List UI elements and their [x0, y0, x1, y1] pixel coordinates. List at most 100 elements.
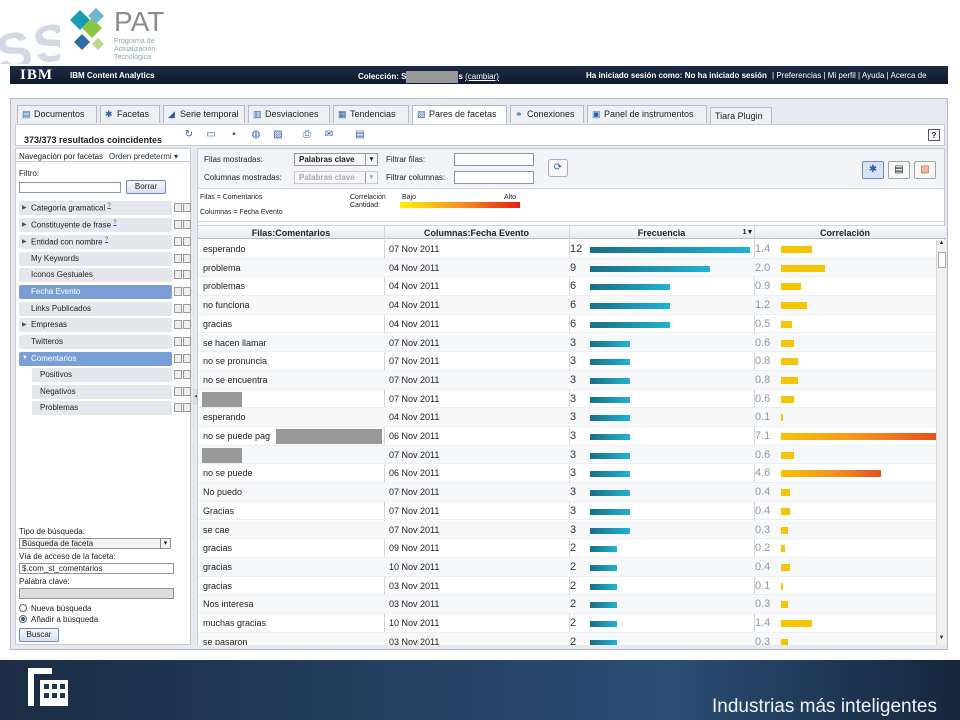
row-facet-value[interactable]: gracias: [203, 543, 232, 553]
apply-filter-icon[interactable]: ⟳: [548, 159, 568, 177]
keyword-input[interactable]: [19, 588, 174, 599]
facet-view-icons[interactable]: [174, 304, 192, 314]
table-row[interactable]: no se puede pag 06 Nov 2011 3 7.1: [198, 427, 936, 446]
table-row[interactable]: Gracias 07 Nov 2011 3 0.4: [198, 502, 936, 521]
facet-item[interactable]: ▶ Categoría gramatical ?: [19, 201, 191, 215]
facet-view-icons[interactable]: [174, 237, 192, 247]
tab-pares-de-facetas[interactable]: ▧ Pares de facetas: [412, 105, 507, 124]
csv-icon[interactable]: ▭: [204, 128, 218, 142]
filter-rows-input[interactable]: [454, 153, 534, 166]
table-row[interactable]: no se pronuncia 07 Nov 2011 3 0.8: [198, 352, 936, 371]
col-header-frequency[interactable]: Frecuencia: [569, 228, 754, 238]
row-facet-value[interactable]: se hacen llamar: [203, 338, 267, 348]
view-table-icon[interactable]: ▤: [888, 161, 910, 179]
collapse-icon[interactable]: ▼: [22, 355, 28, 361]
row-facet-value[interactable]: Gracias: [203, 506, 234, 516]
facet-item[interactable]: ▶ Entidad con nombre ?: [19, 235, 191, 249]
mail-icon[interactable]: ✉: [322, 128, 336, 142]
layout-icon[interactable]: ▤: [353, 128, 367, 142]
row-facet-value[interactable]: gracias: [203, 562, 232, 572]
row-facet-value[interactable]: gracias: [203, 319, 232, 329]
facet-view-icons[interactable]: [174, 320, 192, 330]
tab-facetas[interactable]: ✱ Facetas: [100, 105, 160, 123]
about-link[interactable]: Acerca de: [891, 71, 927, 80]
tab-tiara-plugin[interactable]: Tiara Plugin: [710, 107, 772, 125]
profile-link[interactable]: Mi perfil: [828, 71, 856, 80]
facet-view-icons[interactable]: [174, 354, 192, 364]
row-facet-value[interactable]: no se puede pag: [203, 431, 270, 441]
facet-item[interactable]: Problemas: [32, 401, 191, 415]
help-button[interactable]: ?: [928, 129, 940, 141]
change-collection-link[interactable]: (cambiar): [465, 72, 499, 81]
table-row[interactable]: problemas 04 Nov 2011 6 0.9: [198, 277, 936, 297]
tab-documentos[interactable]: ▤ Documentos: [17, 105, 97, 123]
row-facet-value[interactable]: Nos interesa: [203, 599, 254, 609]
facet-item[interactable]: Twitteros: [19, 335, 191, 349]
facet-view-icons[interactable]: [174, 287, 192, 297]
table-row[interactable]: esperando 07 Nov 2011 12 1.4: [198, 240, 936, 259]
table-row[interactable]: 07 Nov 2011 3 0.6: [198, 390, 936, 409]
row-facet-value[interactable]: no se puede: [203, 468, 253, 478]
filter-cols-input[interactable]: [454, 171, 534, 184]
row-facet-value[interactable]: problema: [203, 263, 241, 273]
expand-icon[interactable]: ▶: [22, 321, 27, 328]
expand-icon[interactable]: ▶: [22, 204, 27, 211]
facet-item[interactable]: ▶ Empresas: [19, 318, 191, 332]
sort-dropdown[interactable]: Orden predetermi ▾: [109, 152, 178, 161]
search-button[interactable]: Buscar: [19, 628, 59, 642]
row-facet-value[interactable]: muchas gracias: [203, 618, 266, 628]
cols-shown-dropdown[interactable]: Palabras clave ▾: [294, 171, 378, 184]
row-facet-value[interactable]: no se pronuncia: [203, 356, 267, 366]
facet-view-icons[interactable]: [174, 370, 192, 380]
table-row[interactable]: gracias 10 Nov 2011 2 0.4: [198, 557, 936, 577]
table-row[interactable]: no funciona 04 Nov 2011 6 1.2: [198, 296, 936, 315]
row-facet-value[interactable]: gracias: [203, 581, 232, 591]
facet-item[interactable]: ▼ Comentarios: [19, 352, 191, 366]
tab-panel-instrumentos[interactable]: ▣ Panel de instrumentos: [587, 105, 707, 123]
table-row[interactable]: se cae 07 Nov 2011 3 0.3: [198, 520, 936, 540]
row-facet-value[interactable]: se pasaron: [203, 637, 248, 645]
col-header-correlation[interactable]: Correlación: [754, 228, 936, 238]
facet-view-icons[interactable]: [174, 403, 192, 413]
help-link[interactable]: Ayuda: [862, 71, 885, 80]
facet-view-icons[interactable]: [174, 254, 192, 264]
facet-view-icons[interactable]: [174, 337, 192, 347]
table-row[interactable]: problema 04 Nov 2011 9 2.0: [198, 258, 936, 278]
table-row[interactable]: 07 Nov 2011 3 0.6: [198, 445, 936, 465]
facet-item[interactable]: Positivos: [32, 368, 191, 382]
facet-item[interactable]: My Keywords: [19, 252, 191, 266]
refresh-icon[interactable]: ↻: [182, 128, 196, 142]
table-row[interactable]: gracias 04 Nov 2011 6 0.5: [198, 315, 936, 334]
table-scrollbar[interactable]: ▲ ▼: [936, 240, 946, 645]
facet-help-link[interactable]: ?: [105, 237, 108, 243]
scroll-down-icon[interactable]: ▼: [937, 635, 946, 645]
facet-view-icons[interactable]: [174, 270, 192, 280]
tab-conexiones[interactable]: ⚭ Conexiones: [510, 105, 584, 123]
tab-serie-temporal[interactable]: ◢ Serie temporal: [163, 105, 245, 123]
print-icon[interactable]: ⎙: [300, 128, 314, 142]
facet-help-link[interactable]: ?: [113, 220, 116, 226]
col-header-cols[interactable]: Columnas:Fecha Evento: [384, 228, 569, 238]
facet-item[interactable]: ▶ Constituyente de frase ?: [19, 218, 191, 232]
clear-button[interactable]: Borrar: [126, 180, 166, 194]
scroll-up-icon[interactable]: ▲: [937, 240, 946, 250]
table-row[interactable]: muchas gracias 10 Nov 2011 2 1.4: [198, 614, 936, 633]
row-facet-value[interactable]: problemas: [203, 281, 245, 291]
row-facet-value[interactable]: no funciona: [203, 300, 250, 310]
table-row[interactable]: No puedo 07 Nov 2011 3 0.4: [198, 483, 936, 502]
radio-add-search[interactable]: [19, 615, 27, 623]
row-facet-value[interactable]: no se encuentra: [203, 375, 268, 385]
row-facet-value[interactable]: se cae: [203, 525, 230, 535]
facet-item[interactable]: Links Publicados: [19, 302, 191, 316]
export-icon[interactable]: ◍: [249, 128, 263, 142]
scroll-thumb[interactable]: [938, 252, 946, 268]
tab-tendencias[interactable]: ▦ Tendencias: [333, 105, 409, 123]
facet-item[interactable]: Fecha Evento: [19, 285, 191, 299]
expand-icon[interactable]: ▶: [22, 238, 27, 245]
rows-shown-dropdown[interactable]: Palabras clave ▾: [294, 153, 378, 166]
table-row[interactable]: gracias 03 Nov 2011 2 0.1: [198, 577, 936, 596]
facet-help-link[interactable]: ?: [108, 203, 111, 209]
preferences-link[interactable]: Preferencias: [776, 71, 821, 80]
table-row[interactable]: se pasaron 03 Nov 2011 2 0.3: [198, 632, 936, 645]
report-icon[interactable]: ▨: [271, 128, 285, 142]
